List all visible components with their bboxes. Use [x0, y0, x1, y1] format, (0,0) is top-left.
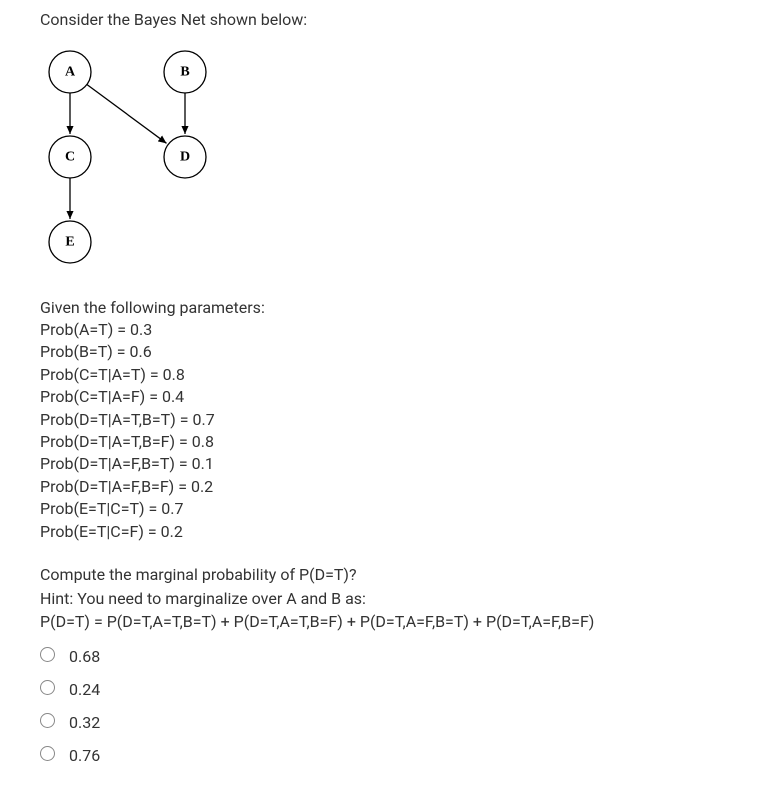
param-line: Prob(A=T) = 0.3	[40, 319, 722, 341]
hint-line-2: P(D=T) = P(D=T,A=T,B=T) + P(D=T,A=T,B=F)…	[40, 610, 722, 633]
option-radio[interactable]	[40, 647, 55, 662]
option-row: 0.24	[40, 680, 722, 699]
params-heading: Given the following parameters:	[40, 298, 722, 317]
option-row: 0.76	[40, 746, 722, 765]
svg-text:E: E	[65, 235, 74, 250]
option-radio[interactable]	[40, 746, 55, 761]
svg-text:D: D	[180, 150, 190, 165]
option-radio[interactable]	[40, 680, 55, 695]
option-label: 0.76	[69, 746, 100, 765]
param-line: Prob(D=T|A=T,B=T) = 0.7	[40, 409, 722, 431]
option-label: 0.32	[69, 713, 100, 732]
param-line: Prob(D=T|A=F,B=F) = 0.2	[40, 476, 722, 498]
param-line: Prob(E=T|C=F) = 0.2	[40, 521, 722, 543]
param-line: Prob(B=T) = 0.6	[40, 341, 722, 363]
hint-line-1: Hint: You need to marginalize over A and…	[40, 587, 722, 610]
svg-text:B: B	[180, 65, 189, 80]
option-row: 0.68	[40, 647, 722, 666]
svg-text:A: A	[65, 65, 76, 80]
params-list: Prob(A=T) = 0.3Prob(B=T) = 0.6Prob(C=T|A…	[40, 319, 722, 543]
option-radio[interactable]	[40, 713, 55, 728]
param-line: Prob(D=T|A=T,B=F) = 0.8	[40, 431, 722, 453]
option-label: 0.68	[69, 647, 100, 666]
option-row: 0.32	[40, 713, 722, 732]
options-group: 0.68 0.24 0.32 0.76	[40, 647, 722, 765]
question-prompt: Consider the Bayes Net shown below:	[40, 10, 722, 29]
param-line: Prob(D=T|A=F,B=T) = 0.1	[40, 453, 722, 475]
bayes-net-diagram: A B C D E	[40, 47, 722, 272]
param-line: Prob(C=T|A=F) = 0.4	[40, 386, 722, 408]
compute-question: Compute the marginal probability of P(D=…	[40, 565, 722, 584]
svg-text:C: C	[65, 150, 75, 165]
option-label: 0.24	[69, 680, 100, 699]
param-line: Prob(C=T|A=T) = 0.8	[40, 364, 722, 386]
param-line: Prob(E=T|C=T) = 0.7	[40, 498, 722, 520]
